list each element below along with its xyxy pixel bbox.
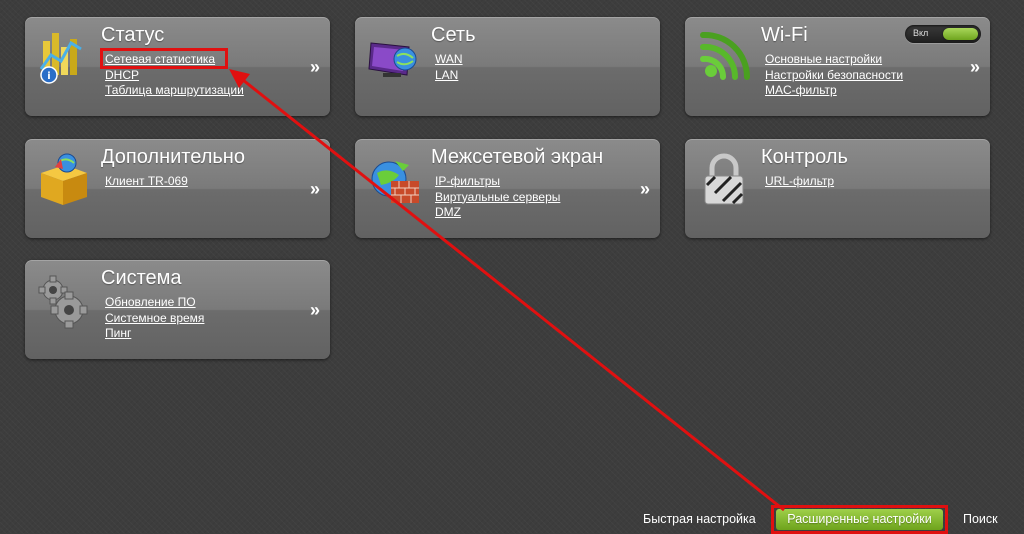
wifi-toggle-knob [943, 28, 978, 40]
tile-more-arrow[interactable]: » [310, 300, 320, 321]
svg-text:i: i [47, 71, 50, 82]
link-tr069-client[interactable]: Клиент TR-069 [105, 174, 188, 190]
tile-status[interactable]: i Статус Сетевая статистика DHCP Таблица… [25, 17, 330, 116]
link-lan[interactable]: LAN [435, 68, 463, 84]
gears-icon [35, 272, 93, 330]
link-network-statistics[interactable]: Сетевая статистика [105, 52, 244, 68]
status-chart-icon: i [35, 29, 93, 87]
tile-title: Межсетевой экран [431, 146, 604, 168]
tile-title: Дополнительно [101, 146, 245, 168]
link-wan[interactable]: WAN [435, 52, 463, 68]
quick-setup-link[interactable]: Быстрая настройка [643, 512, 756, 526]
link-firmware-update[interactable]: Обновление ПО [105, 295, 204, 311]
link-system-time[interactable]: Системное время [105, 311, 204, 327]
tile-firewall[interactable]: Межсетевой экран IP-фильтры Виртуальные … [355, 139, 660, 238]
tile-title: Сеть [431, 24, 476, 46]
padlock-icon [695, 151, 753, 209]
link-dhcp[interactable]: DHCP [105, 68, 244, 84]
wifi-toggle-label: Вкл [913, 28, 929, 38]
link-ip-filters[interactable]: IP-фильтры [435, 174, 560, 190]
tile-wifi[interactable]: Wi-Fi Вкл Основные настройки Настройки б… [685, 17, 990, 116]
network-monitor-icon [365, 29, 423, 87]
tile-more-arrow[interactable]: » [970, 57, 980, 78]
search-link[interactable]: Поиск [963, 512, 998, 526]
advanced-settings-button[interactable]: Расширенные настройки [776, 509, 943, 530]
tile-title: Система [101, 267, 182, 289]
link-security-settings[interactable]: Настройки безопасности [765, 68, 903, 84]
tile-control[interactable]: Контроль URL-фильтр [685, 139, 990, 238]
link-ping[interactable]: Пинг [105, 326, 204, 342]
wifi-toggle[interactable]: Вкл [905, 25, 981, 43]
tile-network[interactable]: Сеть WAN LAN [355, 17, 660, 116]
tile-more-arrow[interactable]: » [310, 57, 320, 78]
tile-more-arrow[interactable]: » [640, 179, 650, 200]
firewall-icon [365, 151, 423, 209]
tile-more-arrow[interactable]: » [310, 179, 320, 200]
link-dmz[interactable]: DMZ [435, 205, 560, 221]
link-routing-table[interactable]: Таблица маршрутизации [105, 83, 244, 99]
package-box-icon [35, 151, 93, 209]
tile-title: Wi-Fi [761, 24, 808, 46]
link-virtual-servers[interactable]: Виртуальные серверы [435, 190, 560, 206]
tile-system[interactable]: Система Обновление ПО Системное время Пи… [25, 260, 330, 359]
link-url-filter[interactable]: URL-фильтр [765, 174, 834, 190]
tile-advanced[interactable]: Дополнительно Клиент TR-069 » [25, 139, 330, 238]
link-basic-settings[interactable]: Основные настройки [765, 52, 903, 68]
wifi-icon [695, 29, 753, 87]
tile-title: Контроль [761, 146, 848, 168]
tile-title: Статус [101, 24, 165, 46]
link-mac-filter[interactable]: MAC-фильтр [765, 83, 903, 99]
